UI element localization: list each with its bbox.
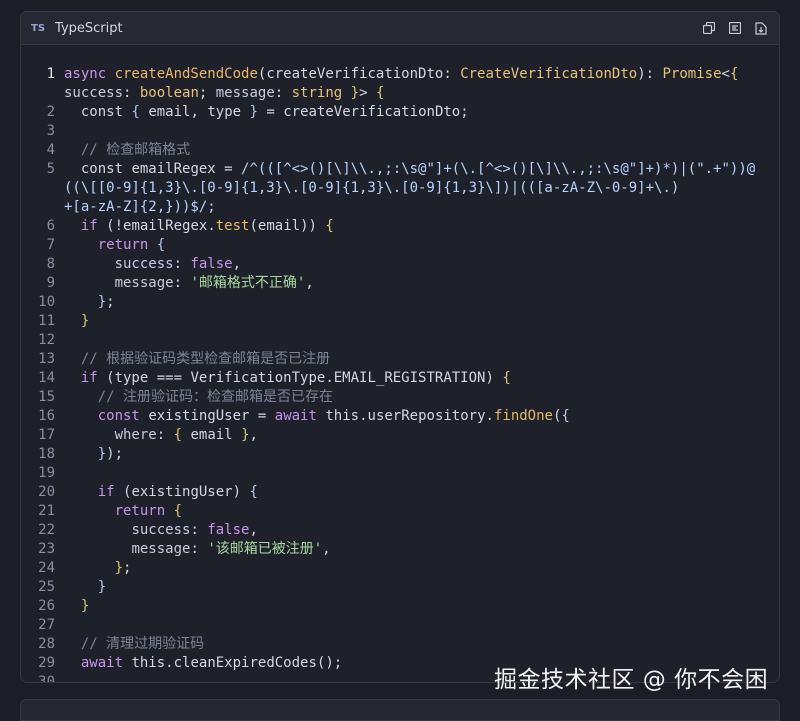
wrap-icon[interactable]: [727, 20, 743, 36]
line-number: 29: [38, 655, 55, 671]
line-number: 24: [38, 560, 55, 576]
code-line: 27: [21, 616, 779, 635]
code-line: 17 where: { email },: [21, 426, 779, 445]
code-line: 15 // 注册验证码：检查邮箱是否已存在: [21, 388, 779, 407]
code-line: 22 success: false,: [21, 521, 779, 540]
code-block-header: TS TypeScript: [21, 12, 779, 45]
code-line: 3: [21, 122, 779, 141]
code-line: 19: [21, 464, 779, 483]
code-text: success: false,: [114, 256, 242, 272]
line-number: 3: [46, 123, 55, 139]
line-number: 22: [38, 522, 55, 538]
code-block: TS TypeScript 1 async createAndSendCode(c…: [20, 11, 780, 683]
line-number: 12: [38, 332, 55, 348]
line-number: 28: [38, 636, 55, 652]
line-number: 5: [46, 161, 55, 177]
code-text: }: [97, 579, 107, 595]
code-line: 1 async createAndSendCode(createVerificat…: [21, 65, 779, 84]
code-line: 24 };: [21, 559, 779, 578]
code-line: 26 }: [21, 597, 779, 616]
code-comment: // 清理过期验证码: [64, 636, 205, 652]
code-text: return {: [114, 503, 183, 519]
copy-icon[interactable]: [701, 20, 717, 36]
code-line: 11 }: [21, 312, 779, 331]
code-text: const { email, type } = createVerificati…: [80, 104, 469, 120]
code-text: message: '邮箱格式不正确',: [114, 275, 314, 291]
language-label: TypeScript: [55, 20, 123, 36]
code-line: ((\[[0-9]{1,3}\.[0-9]{1,3}\.[0-9]{1,3}\.…: [21, 179, 779, 198]
code-line: 25 }: [21, 578, 779, 597]
line-number: 10: [38, 294, 55, 310]
code-line: 4 // 检查邮箱格式: [21, 141, 779, 160]
line-number: 14: [38, 370, 55, 386]
code-comment: // 注册验证码：检查邮箱是否已存在: [64, 389, 334, 405]
line-number: 4: [46, 142, 55, 158]
line-number: 6: [46, 218, 55, 234]
code-line: 28 // 清理过期验证码: [21, 635, 779, 654]
line-number: 1: [46, 66, 55, 82]
line-number: 16: [38, 408, 55, 424]
code-line: 23 message: '该邮箱已被注册',: [21, 540, 779, 559]
code-line: 14 if (type === VerificationType.EMAIL_R…: [21, 369, 779, 388]
code-line: 12: [21, 331, 779, 350]
line-number: 26: [38, 598, 55, 614]
code-line: 18 });: [21, 445, 779, 464]
code-line: 20 if (existingUser) {: [21, 483, 779, 502]
code-comment: // 根据验证码类型检查邮箱是否已注册: [64, 351, 331, 367]
code-line: 10 };: [21, 293, 779, 312]
code-text: }: [80, 313, 90, 329]
code-regex: +[a-zA-Z]{2,}))$/;: [64, 199, 216, 215]
line-number: 20: [38, 484, 55, 500]
code-line: 8 success: false,: [21, 255, 779, 274]
code-text: where: { email },: [114, 427, 258, 443]
code-line: 21 return {: [21, 502, 779, 521]
line-number: 2: [46, 104, 55, 120]
line-number: 8: [46, 256, 55, 272]
code-text: async createAndSendCode(createVerificati…: [64, 66, 739, 82]
code-text: if (!emailRegex.test(email)) {: [80, 218, 334, 234]
watermark: 掘金技术社区 @ 你不会困: [494, 667, 769, 693]
line-number: 21: [38, 503, 55, 519]
code-line: 13 // 根据验证码类型检查邮箱是否已注册: [21, 350, 779, 369]
code-text: return {: [97, 237, 166, 253]
code-text: if (type === VerificationType.EMAIL_REGI…: [80, 370, 511, 386]
code-line: 7 return {: [21, 236, 779, 255]
line-number: 19: [38, 465, 55, 481]
next-block-edge: [20, 699, 780, 721]
code-text: };: [97, 294, 115, 310]
code-line: 16 const existingUser = await this.userR…: [21, 407, 779, 426]
code-line: 6 if (!emailRegex.test(email)) {: [21, 217, 779, 236]
code-text: await this.cleanExpiredCodes();: [80, 655, 343, 671]
code-text: };: [114, 560, 132, 576]
code-line: 9 message: '邮箱格式不正确',: [21, 274, 779, 293]
code-line: success: boolean; message: string }> {: [21, 84, 779, 103]
language-badge: TS: [31, 22, 46, 34]
code-text: message: '该邮箱已被注册',: [131, 541, 331, 557]
line-number: 11: [38, 313, 55, 329]
line-number: 15: [38, 389, 55, 405]
line-number: 9: [46, 275, 55, 291]
code-text: }: [80, 598, 90, 614]
code-text: if (existingUser) {: [97, 484, 258, 500]
line-number: 18: [38, 446, 55, 462]
line-number: 17: [38, 427, 55, 443]
line-number: 30: [38, 674, 55, 683]
code-text: });: [97, 446, 124, 462]
code-line: +[a-zA-Z]{2,}))$/;: [21, 198, 779, 217]
line-number: 27: [38, 617, 55, 633]
code-comment: // 检查邮箱格式: [64, 142, 191, 158]
code-text: success: false,: [131, 522, 258, 538]
line-number: 25: [38, 579, 55, 595]
code-actions: [701, 20, 769, 36]
line-number: 13: [38, 351, 55, 367]
code-line: 2 const { email, type } = createVerifica…: [21, 103, 779, 122]
code-regex: ((\[[0-9]{1,3}\.[0-9]{1,3}\.[0-9]{1,3}\.…: [64, 180, 680, 196]
code-text: success: boolean; message: string }> {: [64, 85, 385, 101]
code-line: 5 const emailRegex = /^(([^<>()[\]\\.,;:…: [21, 160, 779, 179]
code-text: const emailRegex = /^(([^<>()[\]\\.,;:\s…: [80, 161, 756, 177]
download-icon[interactable]: [753, 20, 769, 36]
line-number: 7: [46, 237, 55, 253]
code-text: const existingUser = await this.userRepo…: [97, 408, 570, 424]
line-number: 23: [38, 541, 55, 557]
